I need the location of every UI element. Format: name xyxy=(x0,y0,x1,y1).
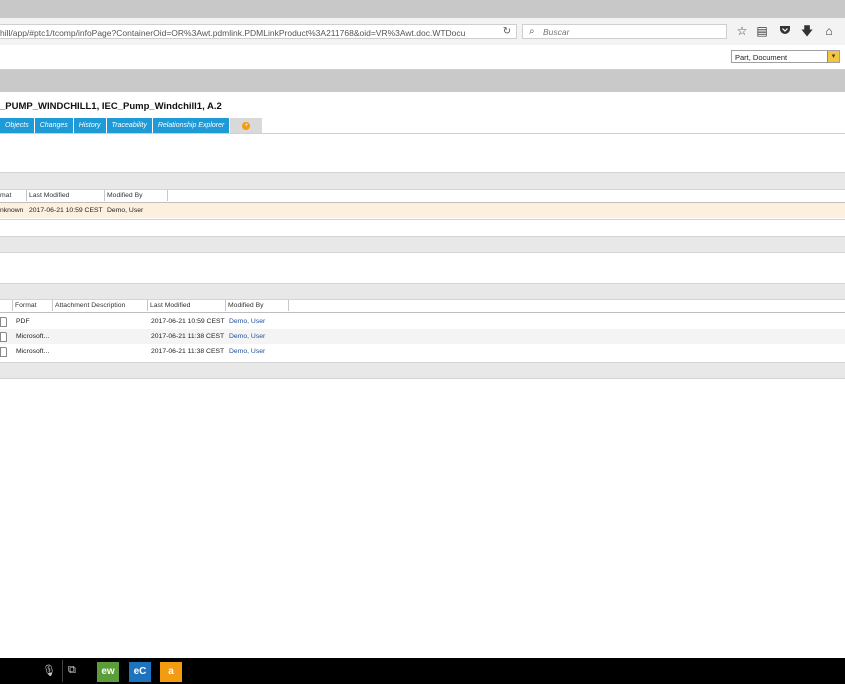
table-row[interactable]: Microsoft... 2017-06-21 11:38 CEST Demo,… xyxy=(0,329,845,344)
type-select-value: Part, Document xyxy=(735,52,788,62)
tab-history[interactable]: History xyxy=(73,118,106,133)
attachments-section-bar xyxy=(0,283,845,300)
tab-changes[interactable]: Changes xyxy=(34,118,73,133)
table-row[interactable]: PDF 2017-06-21 10:59 CEST Demo, User xyxy=(0,314,845,329)
taskbar-app-ec[interactable]: eC xyxy=(129,662,151,682)
attachment-last-modified: 2017-06-21 11:38 CEST xyxy=(151,348,225,355)
download-icon[interactable]: 🡇 xyxy=(800,24,814,38)
column-modified-by[interactable]: Modified By xyxy=(226,300,289,311)
column-format[interactable]: Format xyxy=(13,300,53,311)
table-row[interactable]: nknown 2017-06-21 10:59 CEST Demo, User xyxy=(0,203,845,218)
context-bar xyxy=(0,45,845,70)
primary-table-header: mat Last Modified Modified By xyxy=(0,190,845,203)
header-band xyxy=(0,70,845,92)
row-last-modified: 2017-06-21 10:59 CEST xyxy=(29,207,103,214)
add-tab-icon: + xyxy=(242,121,251,130)
search-icon: ⌕ xyxy=(529,26,535,37)
attachment-format: Microsoft... xyxy=(16,333,50,340)
attachment-modified-by-link[interactable]: Demo, User xyxy=(229,348,265,355)
tab-traceability[interactable]: Traceability xyxy=(106,118,152,133)
attachments-table-header: Format Attachment Description Last Modif… xyxy=(0,300,845,313)
star-icon[interactable]: ☆ xyxy=(735,24,749,38)
type-select[interactable]: Part, Document ▾ xyxy=(731,50,840,63)
table-row[interactable]: Microsoft... 2017-06-21 11:38 CEST Demo,… xyxy=(0,344,845,359)
column-format[interactable]: mat xyxy=(0,190,27,201)
task-view-icon[interactable]: ⧉ xyxy=(68,664,76,677)
column-last-modified[interactable]: Last Modified xyxy=(148,300,226,311)
tab-divider xyxy=(0,133,845,134)
document-file-icon[interactable] xyxy=(0,347,7,357)
taskbar-divider xyxy=(62,660,63,682)
column-last-modified[interactable]: Last Modified xyxy=(27,190,105,201)
tab-relationship-explorer[interactable]: Relationship Explorer xyxy=(152,118,230,133)
attachment-format: PDF xyxy=(16,318,30,325)
attachment-modified-by-link[interactable]: Demo, User xyxy=(229,318,265,325)
attachment-format: Microsoft... xyxy=(16,348,50,355)
attachment-modified-by-link[interactable]: Demo, User xyxy=(229,333,265,340)
reading-list-icon[interactable]: ▤ xyxy=(755,24,769,38)
browser-title-strip xyxy=(0,0,845,18)
section-bar xyxy=(0,236,845,253)
column-description[interactable]: Attachment Description xyxy=(53,300,148,311)
tab-bar: Objects Changes History Traceability Rel… xyxy=(0,118,263,133)
url-bar[interactable]: hill/app/#ptc1/tcomp/infoPage?ContainerO… xyxy=(0,24,517,39)
taskbar-app-a[interactable]: a xyxy=(160,662,182,682)
column-icon[interactable] xyxy=(0,300,13,311)
section-bar xyxy=(0,362,845,379)
column-modified-by[interactable]: Modified By xyxy=(105,190,168,201)
row-modified-by: Demo, User xyxy=(107,207,144,214)
pdf-file-icon[interactable] xyxy=(0,317,7,327)
divider xyxy=(0,219,845,220)
tab-objects[interactable]: Objects xyxy=(0,118,34,133)
microphone-icon[interactable]: 🎙 xyxy=(42,664,56,677)
search-input[interactable]: ⌕ Buscar xyxy=(522,24,727,39)
tab-add[interactable]: + xyxy=(230,118,263,133)
row-format: nknown xyxy=(0,207,24,214)
reload-icon[interactable]: ↻ xyxy=(500,27,514,37)
document-file-icon[interactable] xyxy=(0,332,7,342)
pocket-icon[interactable] xyxy=(778,24,792,38)
attachment-last-modified: 2017-06-21 10:59 CEST xyxy=(151,318,225,325)
primary-section-bar xyxy=(0,172,845,190)
chevron-down-icon[interactable]: ▾ xyxy=(827,51,839,62)
search-placeholder: Buscar xyxy=(543,27,570,37)
home-icon[interactable]: ⌂ xyxy=(822,24,836,38)
attachment-last-modified: 2017-06-21 11:38 CEST xyxy=(151,333,225,340)
taskbar-app-ew[interactable]: ew xyxy=(97,662,119,682)
windows-taskbar xyxy=(0,658,845,684)
page-title: _PUMP_WINDCHILL1, IEC_Pump_Windchill1, A… xyxy=(0,101,222,112)
url-text: hill/app/#ptc1/tcomp/infoPage?ContainerO… xyxy=(0,28,466,38)
